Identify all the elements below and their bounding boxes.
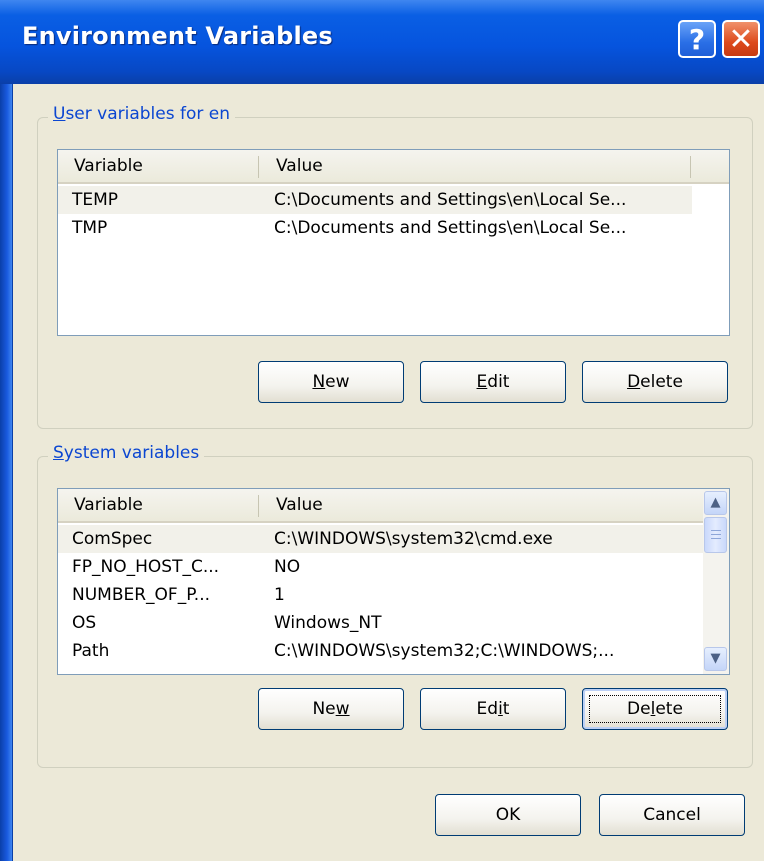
user-variables-group: User variables for en Variable Value TEM… — [37, 104, 753, 429]
user-edit-accel: E — [476, 372, 488, 392]
variable-name: FP_NO_HOST_C... — [72, 557, 220, 577]
user-column-value[interactable]: Value — [260, 150, 690, 182]
user-variables-accel: U — [53, 104, 66, 124]
user-column-variable[interactable]: Variable — [58, 150, 258, 182]
cancel-button[interactable]: Cancel — [599, 794, 745, 836]
list-item[interactable]: TEMP C:\Documents and Settings\en\Local … — [58, 186, 692, 214]
system-column-value[interactable]: Value — [260, 489, 700, 521]
user-header-separator[interactable] — [258, 156, 259, 178]
user-delete-rest: elete — [640, 372, 683, 392]
variable-value: NO — [274, 557, 301, 577]
system-list-scrollbar[interactable]: ▲ ▼ — [703, 489, 729, 674]
variable-value: C:\Documents and Settings\en\Local Se... — [274, 190, 627, 210]
system-delete-button[interactable]: Delete — [582, 688, 728, 730]
window-border — [0, 84, 12, 861]
system-edit-prefix: Ed — [476, 699, 499, 719]
variable-value: C:\WINDOWS\system32\cmd.exe — [274, 529, 553, 549]
ok-button[interactable]: OK — [435, 794, 581, 836]
variable-value: C:\WINDOWS\system32;C:\WINDOWS;... — [274, 641, 615, 661]
variable-value: Windows_NT — [274, 613, 382, 633]
title-bar[interactable]: Environment Variables ? ✕ — [0, 0, 764, 84]
user-list-header: Variable Value — [58, 150, 729, 184]
user-new-accel: N — [312, 372, 326, 392]
ok-label: OK — [495, 805, 521, 825]
variable-name: ComSpec — [72, 529, 153, 549]
environment-variables-dialog: Environment Variables ? ✕ User variables… — [0, 0, 764, 861]
scroll-down-icon: ▼ — [710, 651, 721, 666]
user-delete-button[interactable]: Delete — [582, 361, 728, 403]
scroll-up-icon: ▲ — [710, 495, 721, 510]
system-edit-button[interactable]: Edit — [420, 688, 566, 730]
variable-name: TEMP — [72, 190, 119, 210]
list-item[interactable]: TMP C:\Documents and Settings\en\Local S… — [58, 214, 692, 242]
list-item[interactable]: NUMBER_OF_P... 1 — [58, 581, 703, 609]
variable-value: 1 — [274, 585, 285, 605]
user-variables-list[interactable]: Variable Value TEMP C:\Documents and Set… — [57, 149, 730, 336]
system-edit-suffix: t — [502, 699, 510, 719]
list-item[interactable]: FP_NO_HOST_C... NO — [58, 553, 703, 581]
focus-ring — [589, 695, 721, 723]
thumb-grip-line — [711, 538, 721, 539]
list-item[interactable]: Path C:\WINDOWS\system32;C:\WINDOWS;... — [58, 637, 703, 665]
scroll-up-button[interactable]: ▲ — [704, 491, 727, 515]
system-column-variable[interactable]: Variable — [58, 489, 258, 521]
close-icon: ✕ — [728, 21, 754, 57]
thumb-grip-line — [711, 534, 721, 535]
help-button[interactable]: ? — [678, 20, 716, 58]
user-new-rest: ew — [325, 372, 350, 392]
scroll-thumb[interactable] — [704, 517, 727, 553]
thumb-grip-line — [711, 530, 721, 531]
user-edit-button[interactable]: Edit — [420, 361, 566, 403]
cancel-label: Cancel — [643, 805, 701, 825]
user-header-separator-2[interactable] — [690, 156, 691, 178]
user-variables-title-rest: ser variables for en — [65, 104, 231, 124]
system-variables-group: System variables Variable Value ComSpec … — [37, 443, 753, 768]
user-new-button[interactable]: New — [258, 361, 404, 403]
system-header-separator[interactable] — [258, 495, 259, 517]
system-new-button[interactable]: New — [258, 688, 404, 730]
variable-name: NUMBER_OF_P... — [72, 585, 211, 605]
user-variables-group-title: User variables for en — [48, 104, 236, 124]
window-title: Environment Variables — [22, 22, 333, 50]
system-list-header: Variable Value — [58, 489, 703, 523]
close-button[interactable]: ✕ — [722, 20, 760, 58]
variable-name: OS — [72, 613, 97, 633]
variable-name: TMP — [72, 218, 108, 238]
system-variables-accel: S — [53, 443, 64, 463]
user-edit-rest: dit — [487, 372, 510, 392]
system-variables-group-title: System variables — [48, 443, 205, 463]
user-delete-accel: D — [627, 372, 641, 392]
dialog-body: User variables for en Variable Value TEM… — [12, 84, 764, 861]
list-item[interactable]: ComSpec C:\WINDOWS\system32\cmd.exe — [58, 525, 703, 553]
scroll-down-button[interactable]: ▼ — [704, 647, 727, 671]
help-icon: ? — [688, 22, 706, 56]
list-item[interactable]: OS Windows_NT — [58, 609, 703, 637]
variable-value: C:\Documents and Settings\en\Local Se... — [274, 218, 627, 238]
variable-name: Path — [72, 641, 110, 661]
system-new-accel: w — [335, 699, 350, 719]
system-variables-list[interactable]: Variable Value ComSpec C:\WINDOWS\system… — [57, 488, 730, 675]
system-new-prefix: Ne — [312, 699, 336, 719]
system-variables-title-rest: ystem variables — [63, 443, 200, 463]
